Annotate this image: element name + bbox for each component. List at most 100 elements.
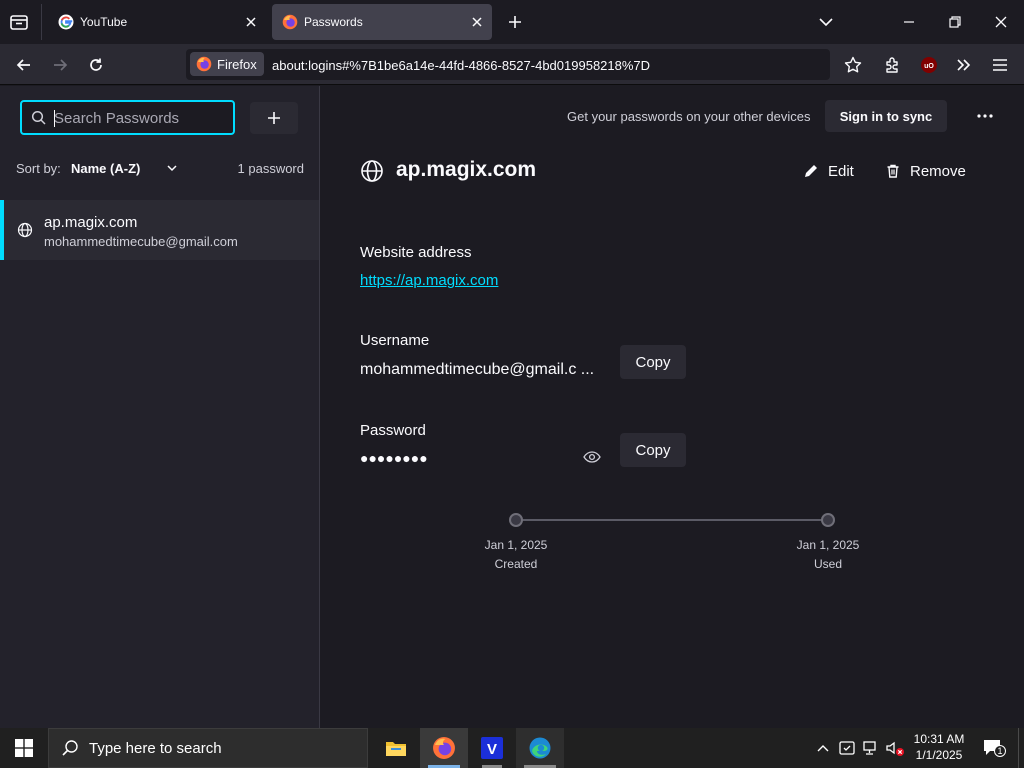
minimize-button[interactable] [900,14,918,30]
sync-promo-text: Get your passwords on your other devices [567,109,811,124]
notification-center-button[interactable]: 1 [982,738,1006,758]
login-detail-panel: Get your passwords on your other devices… [321,86,1024,728]
plus-icon [268,112,280,124]
tray-app-icon [839,741,855,755]
search-box[interactable] [20,100,235,135]
login-count: 1 password [237,161,304,176]
tab-youtube[interactable]: YouTube [48,4,266,40]
start-button[interactable] [0,728,48,768]
taskbar-search-placeholder: Type here to search [89,739,222,757]
back-button[interactable] [11,52,37,78]
copy-password-button[interactable]: Copy [620,433,686,467]
pencil-icon [805,165,817,177]
new-tab-button[interactable] [506,13,524,31]
identity-label: Firefox [217,56,257,72]
show-desktop-button[interactable] [1018,728,1024,768]
website-address-label: Website address [360,244,472,261]
back-arrow-icon [16,59,30,71]
sort-select[interactable]: Name (A-Z) [71,161,140,176]
url-text[interactable]: about:logins#%7B1be6a14e-44fd-4866-8527-… [272,58,650,73]
username-value: mohammedtimecube@gmail.c ... [360,361,595,378]
windows-logo-icon [15,739,33,757]
tab-passwords[interactable]: Passwords [272,4,492,40]
search-icon [62,740,78,756]
taskbar-firefox[interactable] [420,728,468,768]
trash-icon [887,164,899,178]
sort-label: Sort by: [16,161,61,176]
text-caret [54,110,55,127]
network-button[interactable] [862,739,880,757]
restore-icon [949,16,961,28]
extensions-button[interactable] [883,55,903,75]
login-list-item[interactable]: ap.magix.com mohammedtimecube@gmail.com [0,200,319,260]
taskbar-search-box[interactable]: Type here to search [48,728,368,768]
star-icon [844,56,862,73]
remove-button[interactable]: Remove [885,160,966,182]
timeline-used-dot [821,513,835,527]
timeline-line [516,519,828,521]
restore-button[interactable] [946,14,964,30]
navigation-toolbar: Firefox about:logins#%7B1be6a14e-44fd-48… [0,44,1024,85]
bookmark-star-button[interactable] [843,55,863,75]
hamburger-menu-icon [993,59,1007,71]
taskbar-file-explorer[interactable] [372,728,420,768]
eye-icon [583,451,601,463]
chevron-up-icon [817,745,829,752]
tab-divider [41,4,42,40]
tab-label: YouTube [80,15,128,29]
identity-box[interactable]: Firefox [190,52,264,76]
tab-label: Passwords [304,15,363,29]
reload-button[interactable] [83,52,109,78]
double-chevron-right-icon [957,59,971,71]
add-login-button[interactable] [250,102,298,134]
taskbar-edge[interactable] [516,728,564,768]
taskbar-vegas-app[interactable]: V [468,728,516,768]
globe-icon [361,160,383,182]
svg-text:V: V [487,741,497,758]
close-tab-icon[interactable] [470,15,484,29]
tray-app-button[interactable] [838,739,856,757]
firefox-icon [433,737,455,759]
close-tab-icon[interactable] [244,15,258,29]
notification-count-badge: 1 [994,745,1006,757]
sign-in-to-sync-button[interactable]: Sign in to sync [825,100,947,132]
ublock-origin-button[interactable]: uO [919,55,939,75]
app-menu-button[interactable] [990,55,1010,75]
firefox-icon [196,56,212,72]
volume-button[interactable] [885,739,905,757]
vegas-v-icon: V [481,737,503,759]
password-label: Password [360,422,426,439]
firefox-view-button[interactable] [8,12,32,32]
website-address-link[interactable]: https://ap.magix.com [360,272,498,289]
reveal-password-button[interactable] [582,449,602,465]
google-icon [58,14,74,30]
sort-row: Sort by: Name (A-Z) 1 password [16,161,304,176]
username-label: Username [360,332,430,349]
copy-username-button[interactable]: Copy [620,345,686,379]
search-input[interactable] [54,107,224,129]
show-hidden-icons-button[interactable] [815,741,831,755]
login-item-username: mohammedtimecube@gmail.com [44,234,238,249]
used-date: Jan 1, 2025 [796,538,860,552]
globe-icon [17,222,33,238]
edit-label: Edit [828,162,854,180]
volume-muted-icon [886,741,904,756]
timeline-created-dot [509,513,523,527]
minimize-icon [904,21,914,23]
close-window-button[interactable] [992,14,1010,30]
clock[interactable]: 10:31 AM 1/1/2025 [908,731,970,763]
more-options-button[interactable] [969,104,1001,128]
more-options-icon [977,114,993,118]
chevron-down-icon[interactable] [166,162,178,174]
forward-button[interactable] [47,52,73,78]
password-value: ●●●●●●●● [360,450,428,466]
ublock-origin-icon: uO [921,57,937,73]
chevron-down-icon [819,18,833,27]
overflow-menu-button[interactable] [954,55,974,75]
edit-button[interactable]: Edit [803,160,854,182]
puzzle-icon [886,57,898,73]
list-all-tabs-button[interactable] [817,14,835,30]
forward-arrow-icon [54,59,68,71]
used-label: Used [813,557,842,571]
created-date: Jan 1, 2025 [484,538,548,552]
